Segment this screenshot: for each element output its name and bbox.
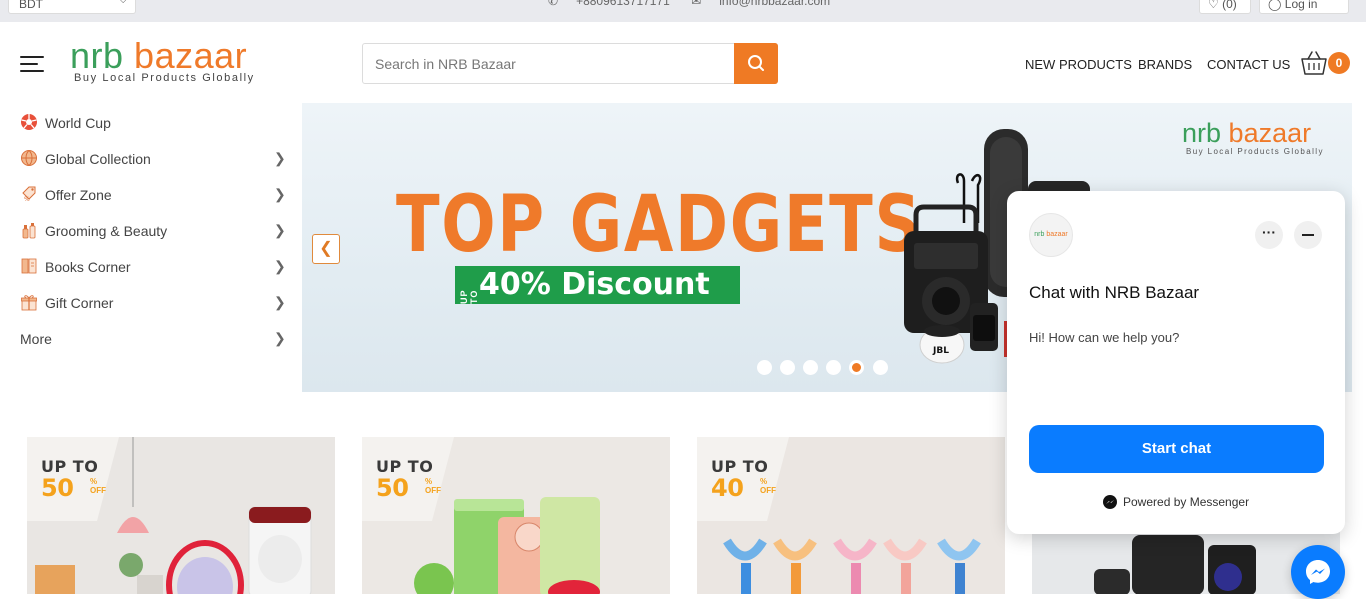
slider-dot[interactable] (826, 360, 841, 375)
nav-contact-us[interactable]: CONTACT US (1207, 57, 1290, 72)
slider-dot[interactable] (780, 360, 795, 375)
chat-avatar: nrb bazaar (1029, 213, 1073, 257)
globe-icon (21, 150, 37, 166)
site-header: nrb bazaar Buy Local Products Globally N… (0, 22, 1366, 102)
offer-tag-icon: % (22, 186, 36, 203)
book-icon (21, 258, 37, 274)
sidebar-item-label: Grooming & Beauty (45, 223, 168, 239)
banner-upto: UP TO (459, 289, 479, 304)
chevron-right-icon: ❯ (274, 150, 286, 166)
sidebar-item-gift-corner[interactable]: Gift Corner ❯ (0, 286, 294, 322)
chevron-right-icon: ❯ (274, 294, 286, 310)
slider-dot[interactable] (757, 360, 772, 375)
login-label: Log in (1284, 0, 1318, 11)
kids-toothbrush-illustration (723, 538, 981, 594)
promo-tile-toothbrush[interactable]: UP TO 40 % OFF (697, 437, 1005, 594)
chat-title: Chat with NRB Bazaar (1029, 283, 1200, 302)
messenger-chat-popup: nrb bazaar ··· Chat with NRB Bazaar Hi! … (1007, 191, 1345, 534)
email-address[interactable]: info@nrbbazaar.com (719, 0, 830, 8)
logo-word-bazaar: bazaar (134, 35, 248, 76)
chevron-left-icon: ❮ (319, 240, 333, 257)
sidebar-item-grooming-beauty[interactable]: Grooming & Beauty ❯ (0, 214, 294, 250)
contact-info: ✆ +8809613717171 ✉ info@nrbbazaar.com (548, 0, 848, 8)
messenger-icon (1306, 560, 1330, 584)
category-sidebar: World Cup Global Collection ❯ % Offer Zo… (0, 102, 294, 392)
banner-discount-text: 40% Discount (479, 267, 710, 302)
promo-tile-home-decor[interactable]: UP TO 50 % OFF (27, 437, 335, 594)
chevron-right-icon: ❯ (274, 186, 286, 202)
svg-text:%: % (24, 196, 30, 203)
beauty-icon (22, 223, 36, 239)
banner-headline: TOP GADGETS (396, 180, 923, 270)
logo-tagline: Buy Local Products Globally (74, 72, 255, 84)
heart-icon: ♡ (1208, 0, 1219, 11)
logo-word-nrb: nrb (70, 35, 124, 76)
cart-button[interactable]: 0 (1300, 50, 1350, 78)
powered-by-label: Powered by Messenger (1123, 495, 1250, 509)
basket-icon (1301, 51, 1327, 75)
search-button[interactable] (734, 43, 778, 84)
start-chat-button[interactable]: Start chat (1029, 425, 1324, 473)
banner-logo-word-bazaar: bazaar (1228, 118, 1312, 148)
banner-logo: nrb bazaar Buy Local Products Globally (1182, 119, 1324, 156)
sidebar-item-label: Books Corner (45, 259, 131, 275)
nav-new-products[interactable]: NEW PRODUCTS (1025, 57, 1132, 72)
sidebar-item-label: Global Collection (45, 151, 151, 167)
sidebar-item-offer-zone[interactable]: % Offer Zone ❯ (0, 178, 294, 214)
currency-value: BDT (19, 0, 43, 11)
powered-by-messenger[interactable]: Powered by Messenger (1103, 495, 1249, 509)
gift-icon (21, 295, 37, 311)
sidebar-item-label: World Cup (45, 115, 111, 131)
sidebar-item-label: More (20, 331, 52, 347)
chat-greeting: Hi! How can we help you? (1029, 330, 1180, 345)
cart-count-badge: 0 (1328, 52, 1350, 74)
promo-tile-beauty[interactable]: UP TO 50 % OFF (362, 437, 670, 594)
beauty-products-illustration (414, 497, 600, 594)
sidebar-item-world-cup[interactable]: World Cup (0, 106, 294, 142)
search-box (362, 43, 778, 84)
wishlist-count: (0) (1222, 0, 1237, 11)
phone-number[interactable]: +8809613717171 (576, 0, 670, 8)
chevron-right-icon: ❯ (274, 330, 286, 346)
sidebar-item-books-corner[interactable]: Books Corner ❯ (0, 250, 294, 286)
sidebar-item-label: Gift Corner (45, 295, 114, 311)
avatar-word-bazaar: bazaar (1046, 231, 1068, 238)
slider-prev-button[interactable]: ❮ (312, 234, 340, 264)
nav-brands[interactable]: BRANDS (1138, 57, 1192, 72)
sidebar-item-global-collection[interactable]: Global Collection ❯ (0, 142, 294, 178)
sidebar-item-more[interactable]: More ❯ (0, 322, 294, 358)
search-input[interactable] (363, 44, 733, 83)
slider-dot[interactable] (873, 360, 888, 375)
messenger-icon (1103, 495, 1117, 509)
hamburger-menu-icon[interactable] (20, 56, 44, 72)
phone-icon: ✆ (548, 0, 559, 8)
svg-text:JBL: JBL (932, 346, 949, 356)
chevron-right-icon: ❯ (274, 222, 286, 238)
search-icon (748, 55, 764, 71)
top-utility-bar: BDT ⌵ ✆ +8809613717171 ✉ info@nrbbazaar.co… (0, 0, 1366, 22)
currency-select[interactable]: BDT ⌵ (8, 0, 136, 14)
login-button[interactable]: ◯ Log in (1259, 0, 1349, 14)
slider-dot-active[interactable] (849, 360, 864, 375)
mail-icon: ✉ (691, 0, 702, 8)
chevron-down-icon: ⌵ (119, 0, 127, 6)
football-icon (21, 114, 37, 130)
more-options-icon[interactable]: ··· (1255, 221, 1283, 249)
avatar-word-nrb: nrb (1034, 231, 1045, 238)
banner-discount-ribbon: UP TO 40% Discount (455, 266, 740, 304)
slider-dot[interactable] (803, 360, 818, 375)
chevron-right-icon: ❯ (274, 258, 286, 274)
banner-logo-word-nrb: nrb (1182, 118, 1222, 148)
messenger-floating-button[interactable] (1291, 545, 1345, 599)
sidebar-item-label: Offer Zone (45, 187, 112, 203)
home-decor-illustration (35, 437, 312, 594)
minimize-icon[interactable] (1294, 221, 1322, 249)
wishlist-button[interactable]: ♡ (0) (1199, 0, 1251, 14)
user-icon: ◯ (1268, 0, 1282, 11)
banner-logo-tagline: Buy Local Products Globally (1186, 147, 1324, 156)
site-logo[interactable]: nrb bazaar Buy Local Products Globally (70, 35, 255, 85)
